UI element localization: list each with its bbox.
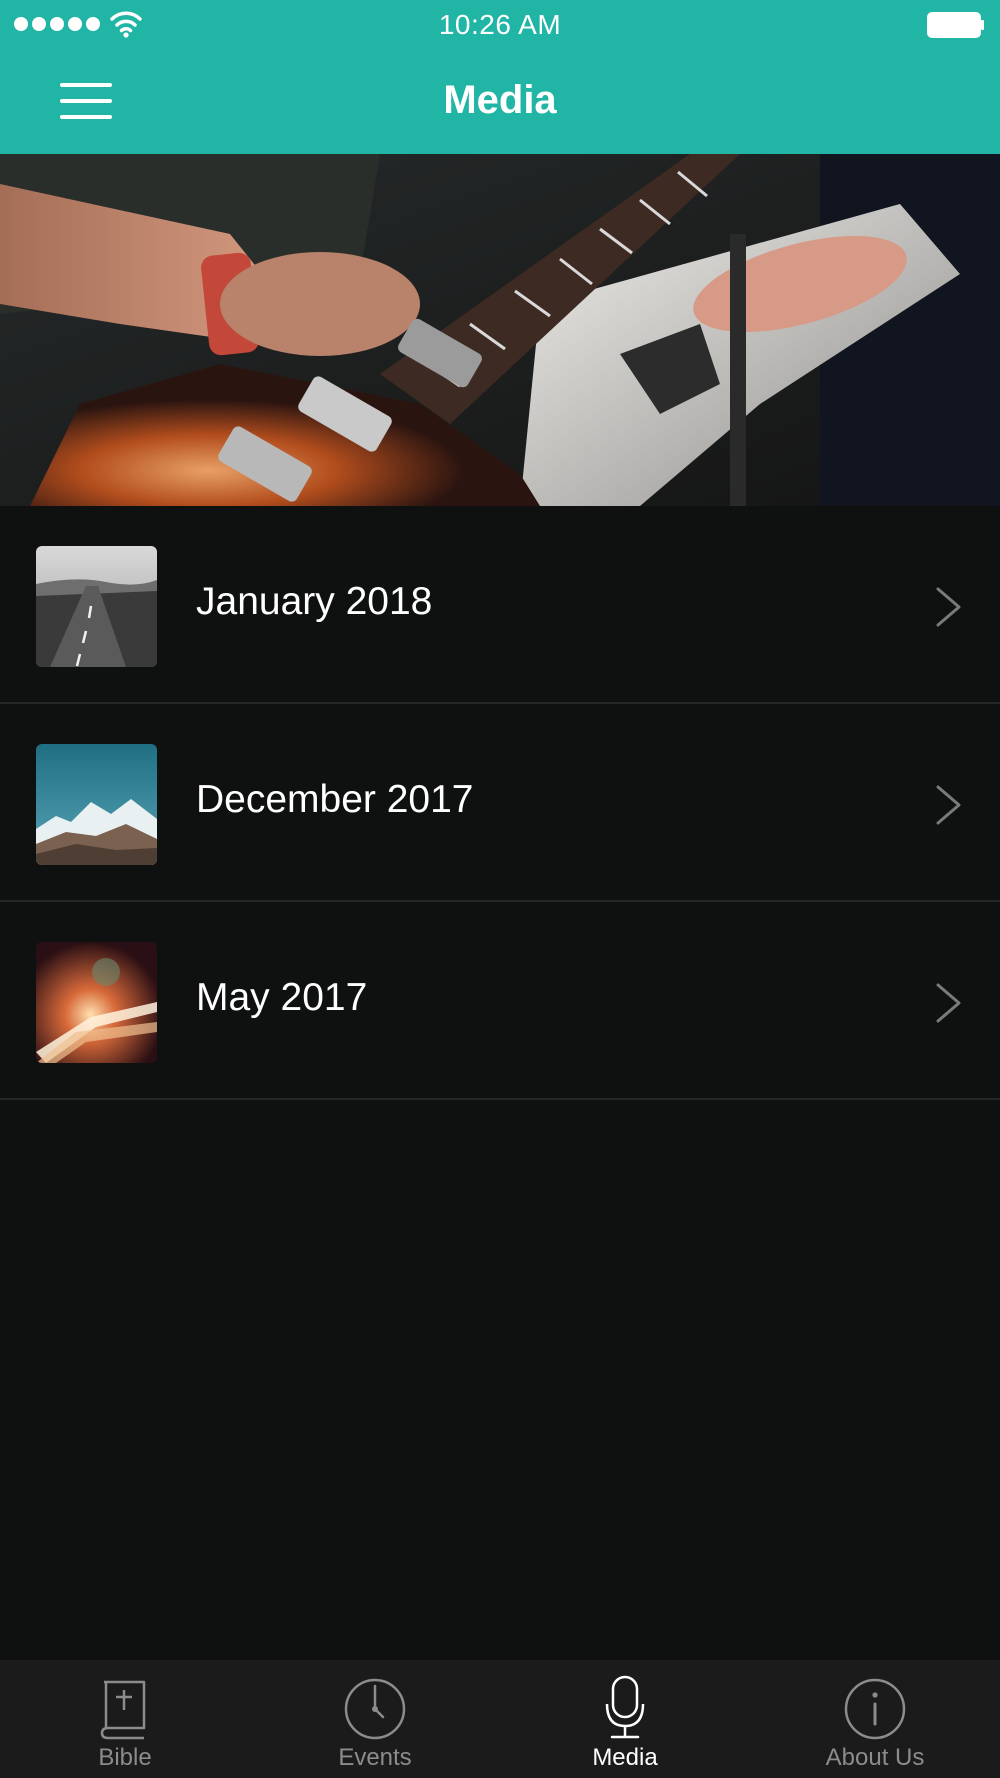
nav-bar: Media [0, 50, 1000, 154]
microphone-icon [605, 1675, 645, 1739]
page-title: Media [443, 78, 557, 122]
tab-label: Events [338, 1744, 412, 1771]
tab-events[interactable]: Events [250, 1660, 500, 1778]
tab-label: Media [592, 1744, 658, 1771]
tab-media[interactable]: Media [500, 1660, 750, 1778]
status-bar: 10:26 AM [0, 0, 1000, 50]
list-item-may-2017[interactable]: May 2017 [0, 902, 1000, 1100]
tab-about-us[interactable]: About Us [750, 1660, 1000, 1778]
media-list: January 2018 December 2017 May 2017 [0, 506, 1000, 1100]
chevron-right-icon [936, 983, 961, 1023]
chevron-right-icon [936, 587, 961, 627]
tab-label: About Us [825, 1744, 925, 1771]
clock-icon [344, 1678, 406, 1740]
list-item-label: December 2017 [196, 778, 474, 821]
list-item-december-2017[interactable]: December 2017 [0, 704, 1000, 902]
list-item-label: January 2018 [196, 580, 433, 623]
road-landscape-thumbnail [36, 546, 157, 667]
bible-icon [100, 1680, 146, 1740]
mountains-thumbnail [36, 744, 157, 865]
top-bar: 10:26 AM Media [0, 0, 1000, 154]
guitarists-hero-image [0, 154, 1000, 506]
list-item-label: May 2017 [196, 976, 368, 1019]
list-item-january-2018[interactable]: January 2018 [0, 506, 1000, 704]
tab-label: Bible [98, 1744, 152, 1771]
info-icon [844, 1678, 906, 1740]
battery-icon [927, 12, 984, 38]
tab-bible[interactable]: Bible [0, 1660, 250, 1778]
status-time: 10:26 AM [438, 9, 562, 40]
chevron-right-icon [936, 785, 961, 825]
media-screen: 10:26 AM Media January 2018 December 201… [0, 0, 1000, 1778]
highway-lights-thumbnail [36, 942, 157, 1063]
tab-bar: Bible Events Media About Us [0, 1660, 1000, 1778]
